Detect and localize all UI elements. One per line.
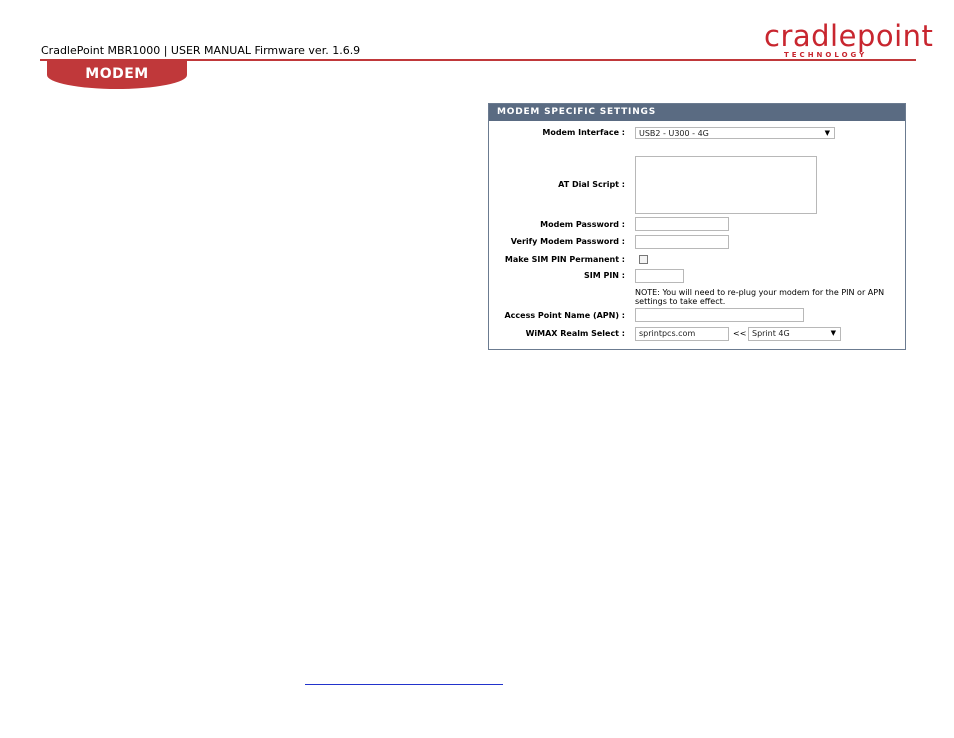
wimax-realm-select[interactable]: Sprint 4G ▼ — [748, 327, 841, 341]
section-tab: MODEM — [47, 59, 187, 89]
wimax-realm-arrows: << — [733, 329, 747, 338]
sim-pin-label: SIM PIN : — [583, 271, 625, 280]
modem-interface-value: USB2 - U300 - 4G — [639, 129, 709, 138]
apn-input[interactable] — [635, 308, 804, 322]
modem-interface-select[interactable]: USB2 - U300 - 4G ▼ — [635, 127, 835, 139]
at-dial-script-textarea[interactable] — [635, 156, 817, 214]
sim-pin-input[interactable] — [635, 269, 684, 283]
wimax-realm-select-value: Sprint 4G — [752, 329, 790, 338]
verify-modem-password-input[interactable] — [635, 235, 729, 249]
at-dial-script-label: AT Dial Script : — [558, 180, 625, 189]
chevron-down-icon: ▼ — [824, 129, 830, 137]
hyperlink-underline[interactable] — [305, 684, 503, 685]
apn-label: Access Point Name (APN) : — [504, 311, 625, 320]
wimax-realm-input[interactable]: sprintpcs.com — [635, 327, 729, 341]
modem-password-input[interactable] — [635, 217, 729, 231]
sim-pin-permanent-checkbox[interactable] — [639, 255, 648, 264]
wimax-realm-label: WiMAX Realm Select : — [525, 329, 625, 338]
logo-wordmark: cradlepoint — [764, 19, 934, 53]
modem-interface-label: Modem Interface : — [542, 128, 625, 137]
apn-note: NOTE: You will need to re-plug your mode… — [635, 288, 885, 306]
logo-tagline: TECHNOLOGY — [784, 51, 868, 59]
modem-settings-panel: MODEM SPECIFIC SETTINGS Modem Interface … — [488, 103, 906, 350]
section-tab-label: MODEM — [85, 66, 149, 82]
modem-password-label: Modem Password : — [540, 220, 625, 229]
verify-modem-password-label: Verify Modem Password : — [510, 237, 625, 246]
sim-pin-permanent-label: Make SIM PIN Permanent : — [504, 255, 625, 264]
header-text: CradlePoint MBR1000 | USER MANUAL Firmwa… — [41, 44, 361, 57]
chevron-down-icon: ▼ — [830, 329, 836, 337]
panel-title: MODEM SPECIFIC SETTINGS — [489, 104, 905, 121]
cradlepoint-logo: cradlepoint TECHNOLOGY — [764, 20, 933, 60]
